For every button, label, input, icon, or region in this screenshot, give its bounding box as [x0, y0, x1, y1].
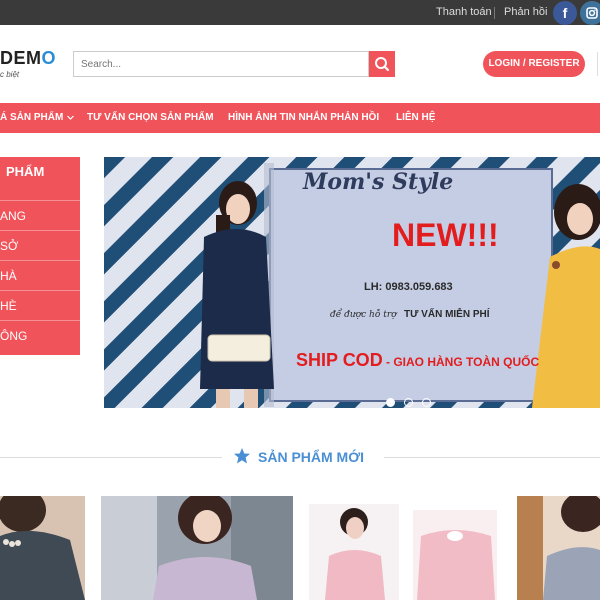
- header-divider: [597, 52, 598, 76]
- star-icon: [234, 448, 250, 464]
- product-image: [517, 496, 600, 600]
- product-image: [0, 496, 85, 600]
- slider-dot[interactable]: [422, 398, 431, 407]
- search-icon: [375, 57, 390, 72]
- top-divider: [494, 7, 495, 19]
- logo-tagline: c biệt: [0, 70, 20, 79]
- sidebar-item-label: SỞ: [0, 239, 19, 253]
- sidebar-item-label: HÀ: [0, 269, 17, 283]
- checkout-link[interactable]: Thanh toán: [436, 6, 492, 18]
- sidebar-item[interactable]: HÈ: [0, 290, 80, 320]
- product-image: [309, 496, 501, 600]
- product-card[interactable]: [517, 496, 600, 600]
- slider-dot-active[interactable]: [386, 398, 395, 407]
- facebook-icon[interactable]: f: [553, 1, 577, 25]
- nav-feedback-images[interactable]: HÌNH ẢNH TIN NHẮN PHẢN HỒI: [228, 112, 379, 123]
- search-button[interactable]: [369, 51, 395, 77]
- sidebar-item-label: HÈ: [0, 299, 17, 313]
- feedback-link[interactable]: Phản hồi: [504, 6, 547, 18]
- top-bar: Thanh toán Phản hồi f: [0, 0, 600, 25]
- section-divider-right: [384, 457, 600, 458]
- nav-consulting[interactable]: TƯ VẤN CHỌN SẢN PHẨM: [87, 112, 214, 123]
- banner-shipping-cod: SHIP COD: [296, 350, 383, 370]
- sidebar-item[interactable]: ÔNG: [0, 320, 80, 350]
- banner-headline: NEW!!!: [392, 217, 499, 253]
- sidebar-item-label: ANG: [0, 209, 27, 223]
- sidebar-item-label: ÔNG: [0, 329, 28, 343]
- banner-title: Mom's Style: [303, 169, 454, 195]
- sidebar-item[interactable]: ANG: [0, 200, 80, 230]
- login-register-button[interactable]: LOGIN / REGISTER: [483, 51, 585, 77]
- banner-phone: LH: 0983.059.683: [364, 281, 453, 293]
- section-divider-left: [0, 457, 222, 458]
- slider-dot[interactable]: [404, 398, 413, 407]
- site-logo[interactable]: DEMO: [0, 48, 56, 69]
- banner-support-prefix: để được hỗ trợ: [330, 310, 397, 320]
- nav-contact[interactable]: LIÊN HỆ: [396, 112, 435, 123]
- instagram-icon[interactable]: [580, 1, 600, 25]
- sidebar-title: PHẨM: [6, 164, 45, 179]
- sidebar-item[interactable]: HÀ: [0, 260, 80, 290]
- section-title: SẢN PHẨM MỚI: [258, 449, 365, 465]
- nav-products-label: Á SẢN PHẨM: [0, 112, 64, 123]
- product-card[interactable]: [309, 496, 501, 600]
- search-input[interactable]: [73, 51, 369, 77]
- sidebar-item[interactable]: SỞ: [0, 230, 80, 260]
- chevron-down-icon: [67, 115, 75, 120]
- banner-shipping-rest: - GIAO HÀNG TOÀN QUỐC: [382, 355, 540, 369]
- hero-banner[interactable]: Mom's Style NEW!!! LH: 0983.059.683 để đ…: [104, 157, 600, 408]
- product-card[interactable]: [0, 496, 85, 600]
- banner-support-bold: TƯ VẤN MIỄN PHÍ: [404, 309, 490, 320]
- nav-products[interactable]: Á SẢN PHẨM: [0, 112, 75, 123]
- banner-support: để được hỗ trợ TƯ VẤN MIỄN PHÍ: [330, 304, 490, 322]
- logo-accent: O: [41, 48, 57, 68]
- banner-shipping: SHIP COD - GIAO HÀNG TOÀN QUỐC: [296, 350, 539, 371]
- logo-text: DEM: [0, 48, 42, 68]
- main-nav: Á SẢN PHẨM TƯ VẤN CHỌN SẢN PHẨM HÌNH ẢNH…: [0, 103, 600, 133]
- product-image: [101, 496, 293, 600]
- category-sidebar: PHẨM ANG SỞ HÀ HÈ ÔNG: [0, 157, 80, 355]
- product-card[interactable]: [101, 496, 293, 600]
